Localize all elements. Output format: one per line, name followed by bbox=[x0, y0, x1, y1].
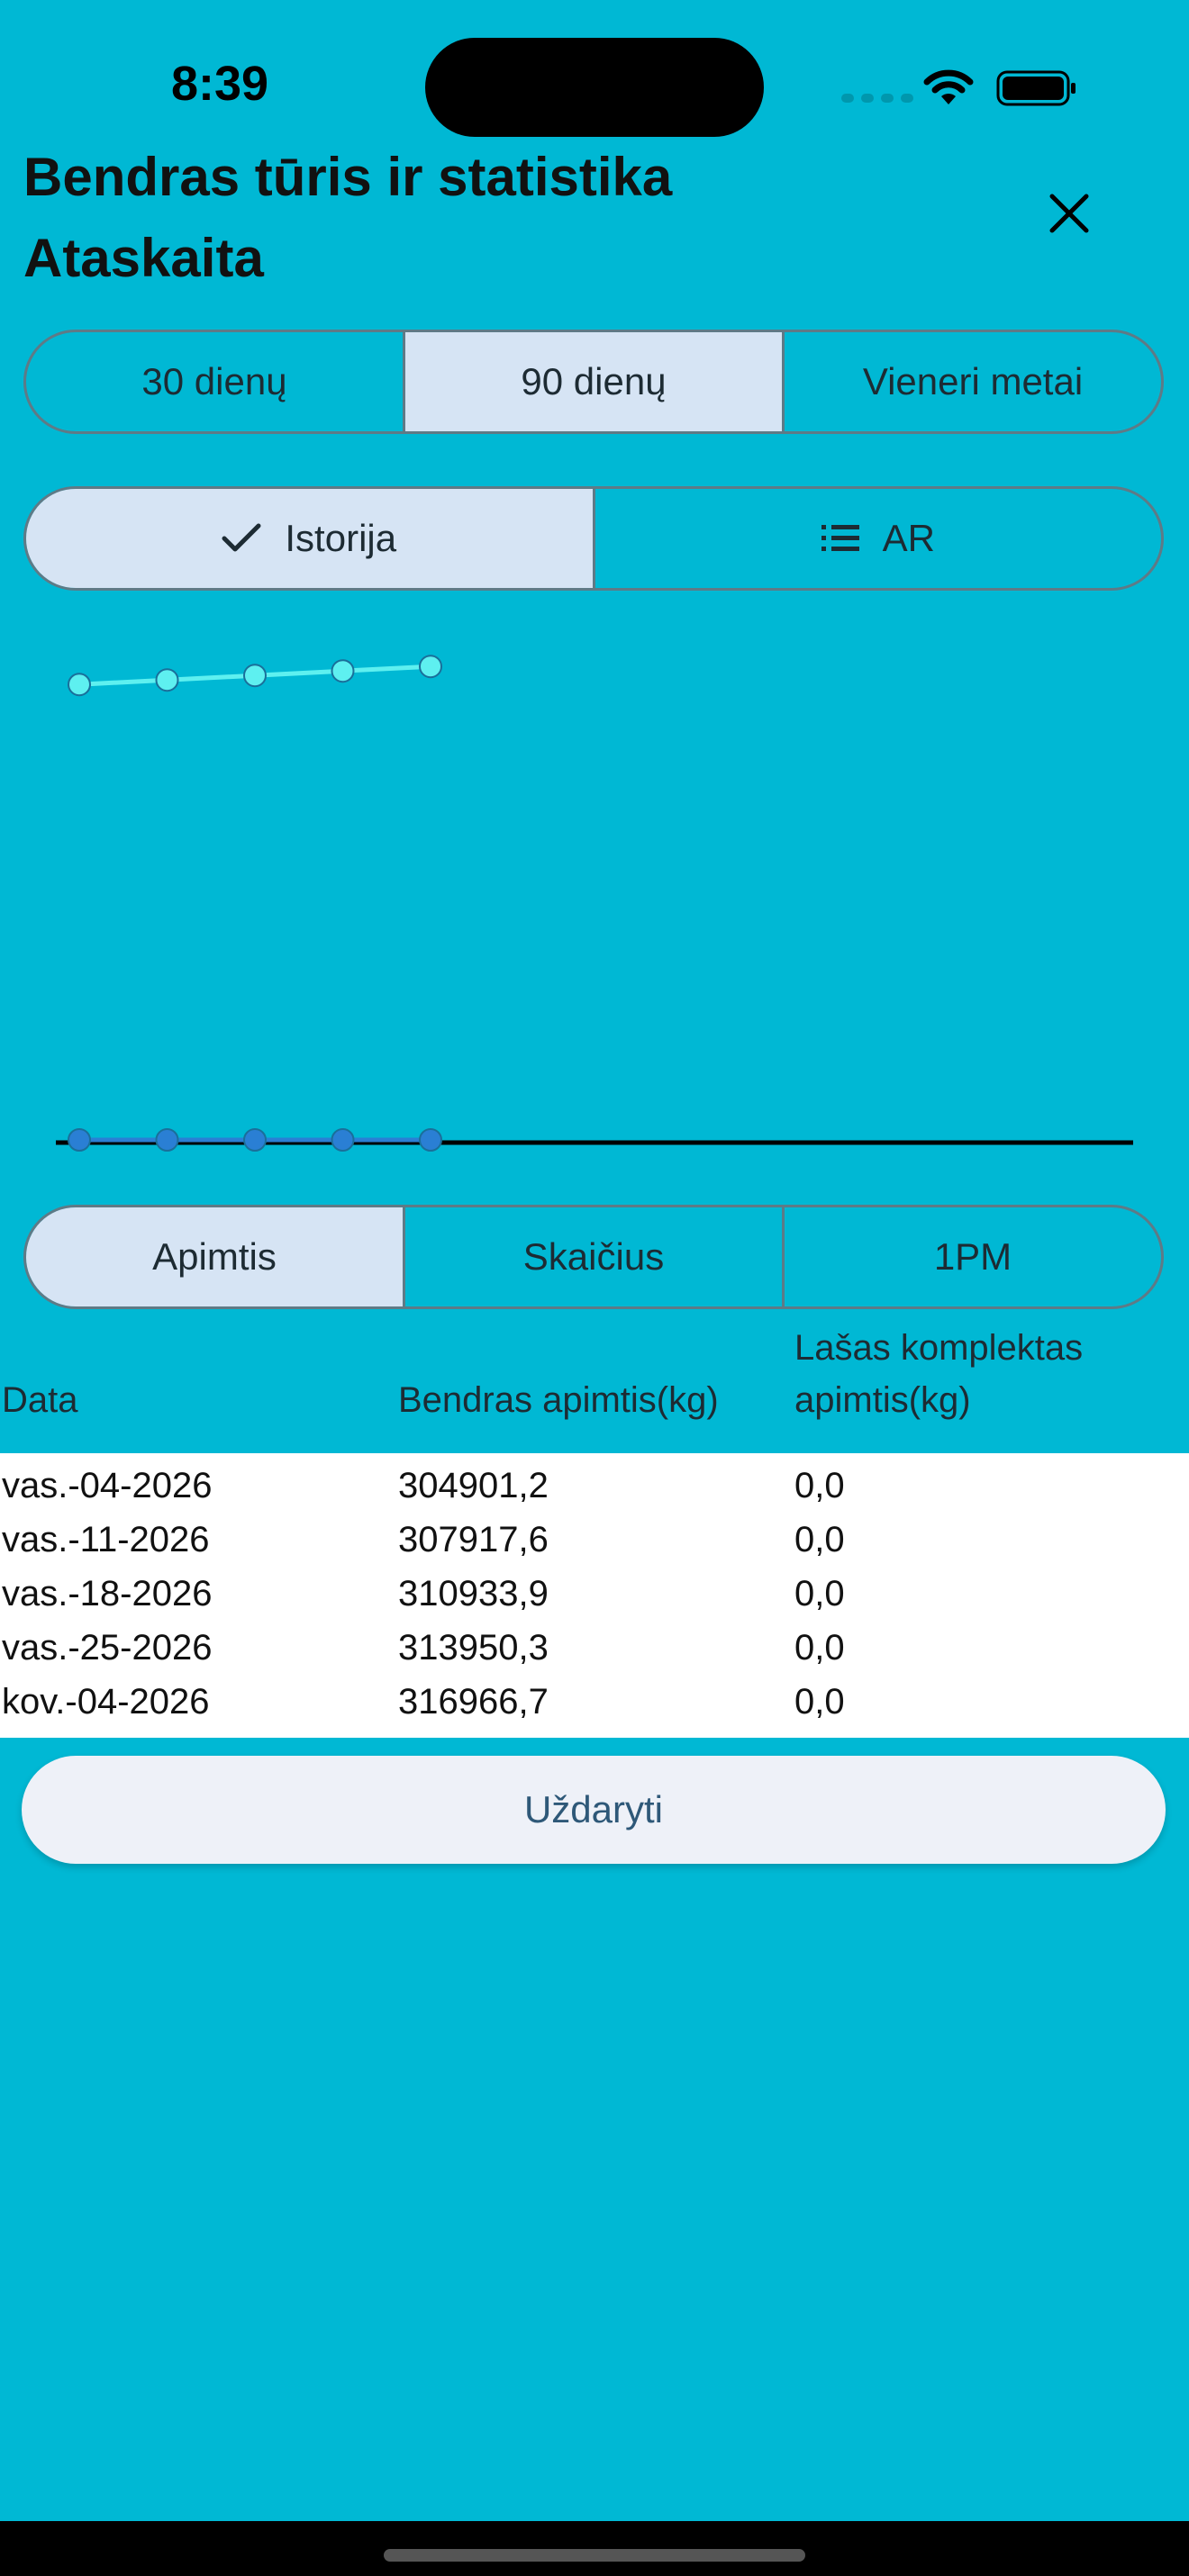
view-selector: Istorija AR bbox=[23, 486, 1164, 591]
cell-date: kov.-04-2026 bbox=[2, 1682, 210, 1722]
tab-90-days-label: 90 dienų bbox=[521, 360, 667, 402]
series-1-point-3[interactable] bbox=[331, 1128, 355, 1152]
cell-drop-set-volume: 0,0 bbox=[794, 1628, 845, 1668]
tab-1rm[interactable]: 1PM bbox=[782, 1207, 1161, 1306]
tab-ar-label: AR bbox=[882, 517, 935, 559]
wifi-icon bbox=[923, 69, 974, 104]
home-indicator[interactable] bbox=[384, 2549, 805, 2562]
cell-total-volume: 307917,6 bbox=[398, 1520, 549, 1559]
cell-date: vas.-04-2026 bbox=[2, 1466, 213, 1505]
status-time: 8:39 bbox=[171, 57, 269, 111]
tab-1rm-label: 1PM bbox=[933, 1235, 1012, 1278]
close-icon bbox=[1049, 194, 1089, 233]
volume-table: Data Bendras apimtis(kg) Lašas komplekta… bbox=[0, 1328, 1189, 1738]
cell-drop-set-volume: 0,0 bbox=[794, 1520, 845, 1559]
tab-count[interactable]: Skaičius bbox=[403, 1207, 782, 1306]
series-1-point-4[interactable] bbox=[419, 1128, 442, 1152]
status-bar: 8:39 bbox=[0, 0, 1189, 144]
close-button[interactable]: Uždaryti bbox=[22, 1756, 1166, 1864]
table-header: Data Bendras apimtis(kg) Lašas komplekta… bbox=[0, 1328, 1189, 1453]
series-0-point-3[interactable] bbox=[331, 659, 355, 683]
series-0-point-0[interactable] bbox=[68, 673, 91, 697]
series-1-point-1[interactable] bbox=[155, 1128, 179, 1152]
cell-date: vas.-18-2026 bbox=[2, 1574, 213, 1613]
tab-one-year[interactable]: Vieneri metai bbox=[782, 332, 1161, 431]
tab-count-label: Skaičius bbox=[522, 1235, 665, 1278]
cell-drop-set-volume: 0,0 bbox=[794, 1682, 845, 1722]
tab-volume-label: Apimtis bbox=[152, 1235, 277, 1278]
tab-history[interactable]: Istorija bbox=[26, 489, 593, 588]
tab-one-year-label: Vieneri metai bbox=[862, 360, 1084, 402]
table-row: vas.-11-2026 307917,6 0,0 bbox=[0, 1513, 1189, 1567]
cell-total-volume: 316966,7 bbox=[398, 1682, 549, 1722]
cell-date: vas.-25-2026 bbox=[2, 1628, 213, 1668]
series-0-point-1[interactable] bbox=[155, 668, 179, 692]
tab-ar[interactable]: AR bbox=[592, 489, 1162, 588]
cellular-signal-icon bbox=[841, 94, 913, 103]
battery-icon bbox=[996, 70, 1076, 106]
table-body: vas.-04-2026 304901,2 0,0 vas.-11-2026 30791… bbox=[0, 1453, 1189, 1738]
cell-drop-set-volume: 0,0 bbox=[794, 1574, 845, 1613]
close-x-button[interactable] bbox=[1036, 180, 1103, 247]
dynamic-island bbox=[425, 38, 764, 137]
cell-total-volume: 304901,2 bbox=[398, 1466, 549, 1505]
cell-total-volume: 310933,9 bbox=[398, 1574, 549, 1613]
page-title-line2: Ataskaita bbox=[23, 228, 264, 288]
period-selector: 30 dienų 90 dienų Vieneri metai bbox=[23, 330, 1164, 434]
tab-history-label: Istorija bbox=[285, 517, 397, 559]
series-1-point-2[interactable] bbox=[243, 1128, 267, 1152]
column-header-date: Data bbox=[2, 1380, 78, 1420]
tab-90-days[interactable]: 90 dienų bbox=[403, 332, 782, 431]
table-row: kov.-04-2026 316966,7 0,0 bbox=[0, 1675, 1189, 1729]
series-0-point-4[interactable] bbox=[419, 655, 442, 679]
tab-30-days[interactable]: 30 dienų bbox=[26, 332, 403, 431]
close-button-label: Uždaryti bbox=[523, 1788, 664, 1830]
tab-30-days-label: 30 dienų bbox=[141, 360, 287, 402]
series-1-point-0[interactable] bbox=[68, 1128, 91, 1152]
metric-selector: Apimtis Skaičius 1PM bbox=[23, 1205, 1164, 1309]
column-header-drop-set-volume: Lašas komplektas apimtis(kg) bbox=[794, 1328, 1084, 1420]
list-icon bbox=[821, 525, 859, 551]
cell-date: vas.-11-2026 bbox=[2, 1520, 210, 1559]
checkmark-icon bbox=[222, 523, 261, 552]
volume-chart bbox=[56, 655, 1133, 1152]
page-title-line1: Bendras tūris ir statistika bbox=[23, 147, 673, 207]
table-row: vas.-18-2026 310933,9 0,0 bbox=[0, 1567, 1189, 1621]
series-0-point-2[interactable] bbox=[243, 664, 267, 688]
column-header-total-volume: Bendras apimtis(kg) bbox=[398, 1380, 719, 1420]
page-title: Bendras tūris ir statistika Ataskaita bbox=[23, 137, 978, 299]
tab-volume[interactable]: Apimtis bbox=[26, 1207, 403, 1306]
cell-total-volume: 313950,3 bbox=[398, 1628, 549, 1668]
table-row: vas.-04-2026 304901,2 0,0 bbox=[0, 1459, 1189, 1513]
table-row: vas.-25-2026 313950,3 0,0 bbox=[0, 1621, 1189, 1675]
cell-drop-set-volume: 0,0 bbox=[794, 1466, 845, 1505]
